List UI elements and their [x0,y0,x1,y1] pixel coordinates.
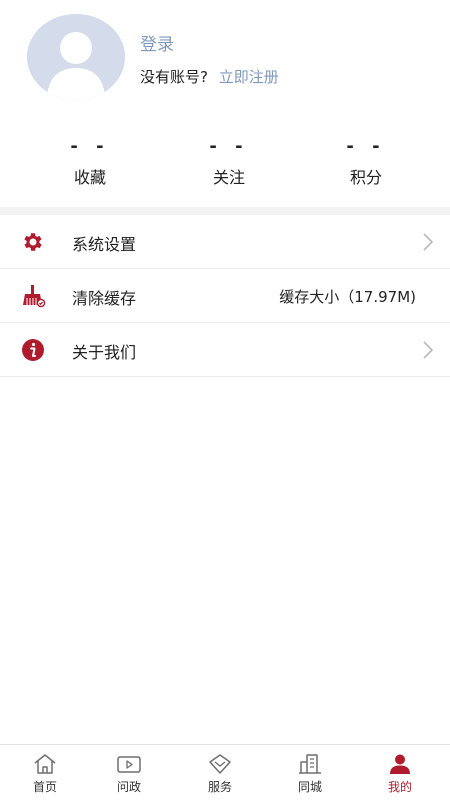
tab-inquiry[interactable]: 问政 [84,745,174,800]
stat-value: - - [70,136,110,157]
tab-label: 问政 [116,780,141,794]
city-icon [297,752,323,776]
stat-value: - - [346,136,386,157]
profile-header: 登录 没有账号? 立即注册 [0,0,450,120]
tab-local[interactable]: 同城 [265,745,355,800]
settings-menu: 系统设置 清除缓存 缓存大小（17.97M) 关于我们 [0,215,450,377]
default-avatar-icon [27,14,125,100]
avatar[interactable] [27,14,125,100]
stats-bar: - - 收藏 - - 关注 - - 积分 [0,132,450,202]
menu-item-system-settings[interactable]: 系统设置 [0,215,450,269]
stat-value: - - [209,136,249,157]
menu-item-label: 关于我们 [72,343,137,362]
section-divider [0,207,450,215]
user-icon [387,752,413,776]
chevron-right-icon [422,341,434,359]
broom-icon [20,284,46,308]
login-link[interactable]: 登录 [140,30,174,55]
register-link[interactable]: 立即注册 [219,68,279,86]
tab-home[interactable]: 首页 [0,745,90,800]
menu-item-about-us[interactable]: 关于我们 [0,323,450,377]
cache-size-value: 缓存大小（17.97M) [279,288,416,306]
home-icon [32,752,58,776]
bottom-tab-bar: 首页 问政 服务 同城 我的 [0,744,450,800]
tab-service[interactable]: 服务 [175,745,265,800]
stat-points[interactable]: - - 积分 [306,132,426,188]
stat-label: 关注 [212,168,245,187]
tab-label: 我的 [387,780,412,794]
menu-item-clear-cache[interactable]: 清除缓存 缓存大小（17.97M) [0,269,450,323]
service-icon [207,752,233,776]
video-icon [116,752,142,776]
menu-item-label: 清除缓存 [72,289,137,308]
stat-label: 积分 [349,168,382,187]
tab-label: 同城 [297,780,322,794]
no-account-text: 没有账号? [140,68,208,86]
menu-item-label: 系统设置 [72,235,137,254]
tab-label: 首页 [32,780,57,794]
tab-mine[interactable]: 我的 [355,745,445,800]
stat-label: 收藏 [73,168,106,187]
register-row: 没有账号? 立即注册 [140,66,279,87]
tab-label: 服务 [207,780,232,794]
chevron-right-icon [422,233,434,251]
gear-icon [20,230,46,254]
info-icon [20,338,46,362]
stat-favorites[interactable]: - - 收藏 [30,132,150,188]
stat-following[interactable]: - - 关注 [169,132,289,188]
